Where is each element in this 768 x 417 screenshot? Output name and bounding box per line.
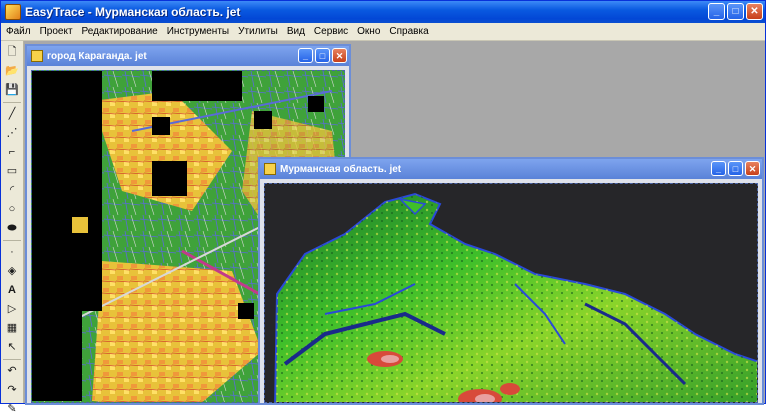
document-titlebar[interactable]: город Караганда. jet _ □ ✕ [27,46,349,66]
fill-icon[interactable]: ◈ [4,263,20,279]
open-icon[interactable]: 📂 [4,63,20,79]
new-icon[interactable]: 🗋 [4,44,20,60]
menu-file[interactable]: Файл [6,26,31,37]
app-window: EasyTrace - Мурманская область. jet _ □ … [0,0,766,415]
menu-help[interactable]: Справка [389,26,428,37]
document-icon [264,163,276,175]
document-title: город Караганда. jet [47,50,147,62]
node-icon[interactable]: ▦ [4,320,20,336]
menu-tools[interactable]: Инструменты [167,26,229,37]
menu-utilities[interactable]: Утилиты [238,26,278,37]
document-title: Мурманская область. jet [280,163,402,175]
point-icon[interactable]: · [4,244,20,260]
minimize-button[interactable]: _ [708,3,725,20]
maximize-button[interactable]: □ [727,3,744,20]
maximize-button[interactable]: □ [728,161,743,176]
app-title: EasyTrace - Мурманская область. jet [25,5,241,19]
menu-view[interactable]: Вид [287,26,305,37]
menu-service[interactable]: Сервис [314,26,348,37]
undo-icon[interactable]: ↶ [4,363,20,379]
menu-window[interactable]: Окно [357,26,380,37]
circle-icon[interactable]: ○ [4,201,20,217]
close-button[interactable]: ✕ [746,3,763,20]
arc-icon[interactable]: ◜ [4,182,20,198]
ellipse-icon[interactable]: ⬬ [4,220,20,236]
relief-map-canvas[interactable] [264,183,758,403]
redo-icon[interactable]: ↷ [4,382,20,398]
rect-icon[interactable]: ▭ [4,163,20,179]
select-icon[interactable]: ▷ [4,301,20,317]
document-icon [31,50,43,62]
app-titlebar[interactable]: EasyTrace - Мурманская область. jet _ □ … [1,1,765,23]
menu-edit[interactable]: Редактирование [82,26,158,37]
minimize-button[interactable]: _ [711,161,726,176]
pointer-icon[interactable]: ↖ [4,339,20,355]
polyline-icon[interactable]: ⋰ [4,125,20,141]
maximize-button[interactable]: □ [315,48,330,63]
text-icon[interactable]: A [4,282,20,298]
line-icon[interactable]: ╱ [4,106,20,122]
close-button[interactable]: ✕ [745,161,760,176]
document-titlebar[interactable]: Мурманская область. jet _ □ ✕ [260,159,762,179]
menubar: Файл Проект Редактирование Инструменты У… [1,23,765,41]
app-icon [5,4,21,20]
pen-icon[interactable]: ✎ [4,401,20,417]
minimize-button[interactable]: _ [298,48,313,63]
close-button[interactable]: ✕ [332,48,347,63]
step-icon[interactable]: ⌐ [4,144,20,160]
document-window-murmansk[interactable]: Мурманская область. jet _ □ ✕ [258,157,764,405]
menu-project[interactable]: Проект [40,26,73,37]
save-icon[interactable]: 💾 [4,82,20,98]
tool-palette: 🗋 📂 💾 ╱ ⋰ ⌐ ▭ ◜ ○ ⬬ · ◈ A ▷ ▦ ↖ ↶ ↷ ✎ [1,41,24,415]
